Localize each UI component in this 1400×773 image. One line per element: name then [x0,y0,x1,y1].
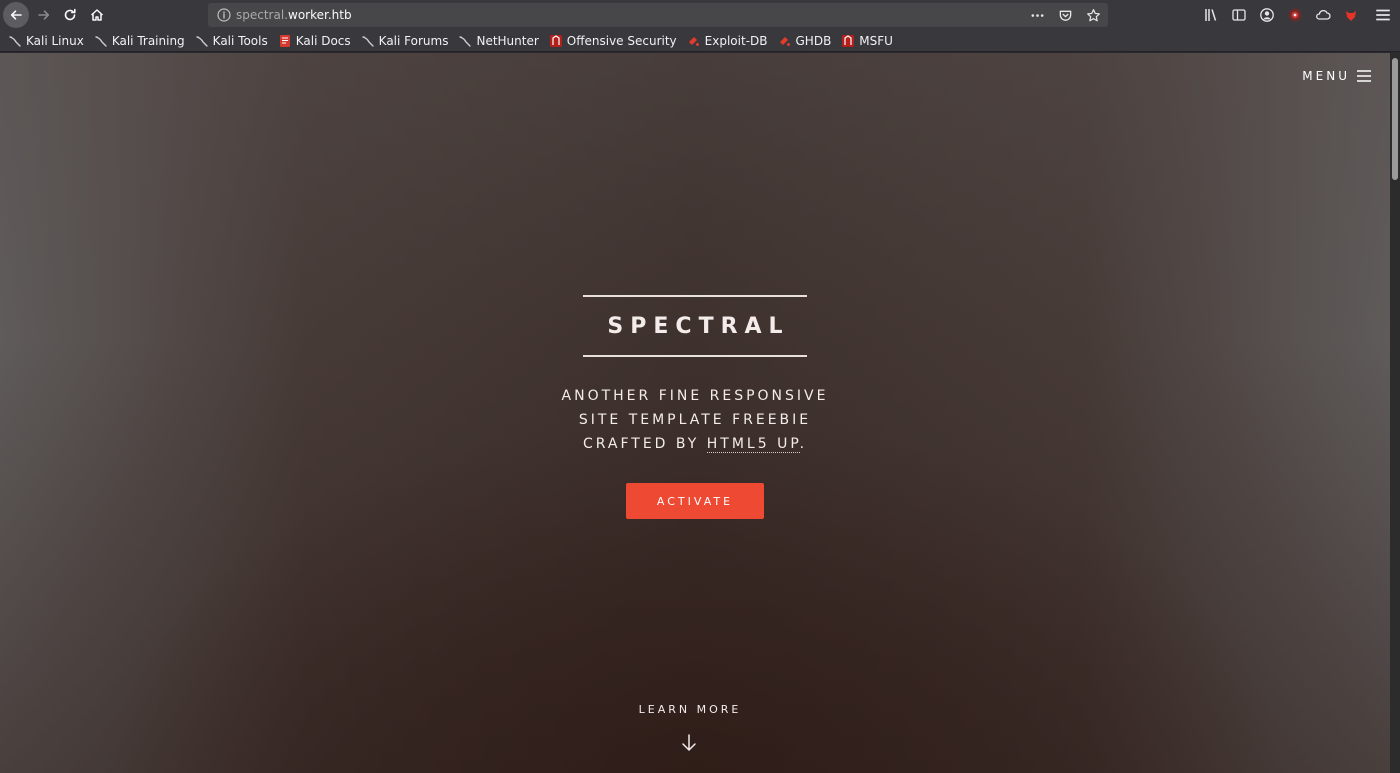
url-domain: worker.htb [288,8,352,22]
exploit-db-icon [778,34,792,48]
tagline-line-1: ANOTHER FINE RESPONSIVE [561,388,829,404]
scrollbar-thumb[interactable] [1392,58,1398,180]
kali-docs-icon [278,34,292,48]
pocket-icon[interactable] [1056,6,1074,24]
bookmark-item[interactable]: Offensive Security [549,34,677,48]
bookmark-label: Kali Docs [295,33,351,48]
bookmark-item[interactable]: Kali Linux [8,34,84,48]
url-bar[interactable]: spectral.worker.htb [208,3,1108,27]
menu-button[interactable]: MENU [1302,69,1372,83]
home-icon[interactable] [84,2,110,28]
bookmark-label: Offensive Security [566,33,677,48]
extension-fox-icon[interactable] [1342,6,1360,24]
browser-toolbar: spectral.worker.htb [0,0,1400,30]
page-hero: MENU SPECTRAL ANOTHER FINE RESPONSIVE SI… [0,53,1390,773]
bookmark-label: MSFU [859,33,893,48]
learn-more-link[interactable]: LEARN MORE [590,703,790,716]
tagline-line-3-prefix: CRAFTED BY [582,436,707,452]
tagline-line-2: SITE TEMPLATE FREEBIE [578,412,812,428]
extension-icon[interactable] [1286,6,1304,24]
reload-icon[interactable] [57,2,83,28]
bookmark-label: Kali Linux [26,33,84,48]
bookmark-item[interactable]: Kali Forums [361,33,449,48]
forward-icon[interactable] [31,2,57,28]
tagline-line-3-suffix: . [799,436,808,452]
library-icon[interactable] [1202,6,1220,24]
exploit-db-icon [687,34,701,48]
page-actions-icon[interactable] [1028,6,1046,24]
bookmark-item[interactable]: Kali Training [94,34,185,48]
back-icon[interactable] [3,2,29,28]
sidebar-icon[interactable] [1230,6,1248,24]
arrow-down-icon[interactable] [679,733,699,753]
activate-button[interactable]: ACTIVATE [626,483,764,519]
kali-dragon-icon [195,34,209,48]
bookmark-item[interactable]: MSFU [841,34,893,48]
page-title: SPECTRAL [607,313,790,339]
hamburger-menu-icon[interactable] [1374,6,1392,24]
bookmark-item[interactable]: Kali Tools [195,34,268,48]
bookmark-label: Kali Tools [212,33,268,48]
bookmark-item[interactable]: NetHunter [458,33,539,48]
bookmark-star-icon[interactable] [1084,6,1102,24]
menu-bars-icon [1357,70,1371,82]
bookmark-item[interactable]: Kali Docs [278,34,351,48]
title-box: SPECTRAL [583,295,807,357]
offsec-icon [841,34,855,48]
tagline: ANOTHER FINE RESPONSIVE SITE TEMPLATE FR… [500,384,890,456]
bookmark-label: Kali Training [111,33,185,48]
bookmark-item[interactable]: Exploit-DB [687,34,768,48]
kali-dragon-icon [458,34,472,48]
account-icon[interactable] [1258,6,1276,24]
bookmark-item[interactable]: GHDB [778,33,832,48]
bookmarks-bar: Kali Linux Kali Training Kali Tools Kali Do… [0,30,1400,52]
bookmark-label: Exploit-DB [704,33,768,48]
bookmark-label: GHDB [795,33,832,48]
kali-dragon-icon [361,34,375,48]
bookmark-label: NetHunter [476,33,539,48]
offsec-icon [549,34,563,48]
page-scrollbar[interactable] [1390,53,1400,773]
site-info-icon[interactable] [216,7,232,23]
url-text[interactable]: spectral.worker.htb [236,7,352,23]
kali-dragon-icon [8,34,22,48]
bookmark-label: Kali Forums [378,33,449,48]
kali-dragon-icon [94,34,108,48]
extension-cloud-icon[interactable] [1314,6,1332,24]
url-subdomain: spectral. [236,8,288,22]
menu-label: MENU [1302,69,1350,83]
html5up-link[interactable]: HTML5 UP [706,436,800,453]
